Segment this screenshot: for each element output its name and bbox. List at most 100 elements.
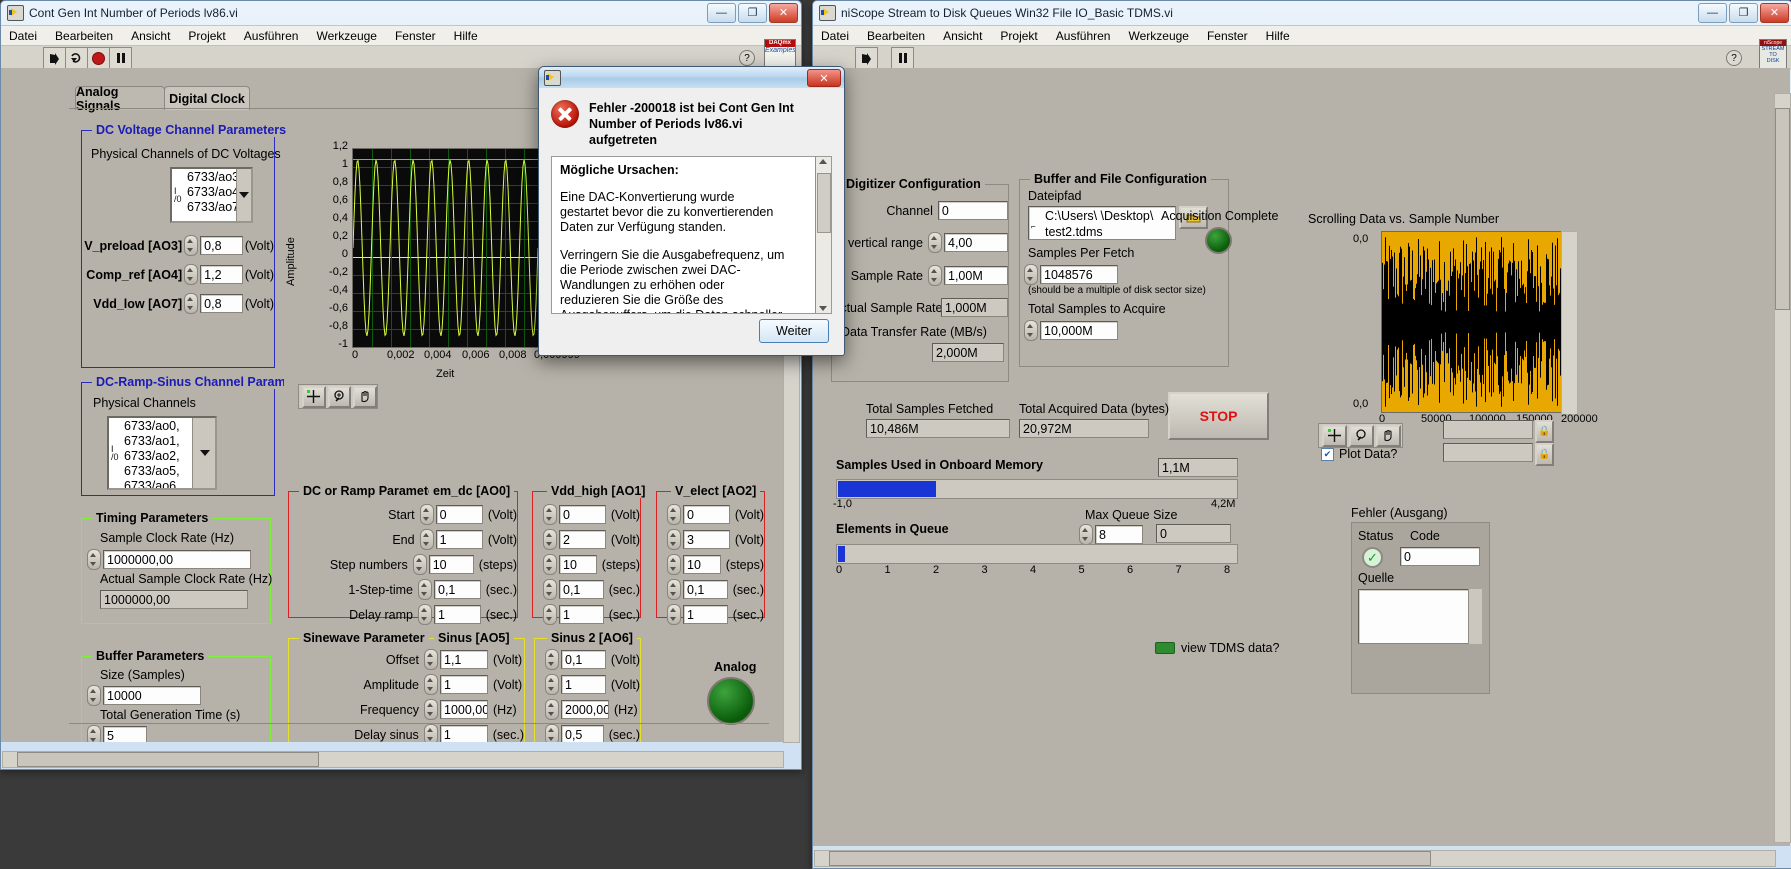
zoom-tool-icon[interactable] [327,385,352,408]
menu-item-hilfe[interactable]: Hilfe [454,29,478,43]
onboard-memory-slider[interactable] [836,479,1238,499]
param-row[interactable]: 0,1 (Volt) [535,649,640,670]
context-help-icon[interactable]: ? [739,50,755,66]
param-row[interactable]: 1 (Volt) [535,674,640,695]
samples-per-fetch-stepper[interactable] [1024,264,1038,285]
param-row[interactable]: Frequency 1000,00 (Hz) [289,699,524,720]
param-input[interactable]: 10 [559,555,597,574]
param-row[interactable]: 0,1 (sec.) [657,579,764,600]
view-tdms-row[interactable]: view TDMS data? [1155,641,1279,655]
param-input[interactable]: 0,1 [559,580,604,599]
samples-per-fetch-input[interactable]: 1048576 [1040,265,1118,284]
stop-button[interactable]: STOP [1168,392,1269,440]
pause-icon[interactable] [109,47,132,69]
param-input[interactable]: 1 [435,530,483,549]
samples-per-fetch-control[interactable]: 1048576 [1024,264,1118,285]
param-stepper[interactable] [543,554,557,575]
param-stepper[interactable] [543,604,557,625]
param-input[interactable]: 0,5 [561,725,604,742]
field-vdd-low[interactable]: Vdd_low [AO7] 0,8 (Volt) [82,293,274,314]
context-help-icon-right[interactable]: ? [1726,50,1742,66]
digitizer-stepper[interactable] [928,265,942,286]
param-input[interactable]: 1 [440,675,488,694]
scrollbar-horizontal-right[interactable] [814,850,1776,867]
error-dialog-titlebar[interactable]: ✕ [539,67,844,88]
legend-lock-icon-2[interactable]: 🔒 [1535,443,1554,466]
plot-data-checkbox-row[interactable]: ✔ Plot Data? [1321,447,1397,461]
title-bar-right[interactable]: niScope Stream to Disk Queues Win32 File… [813,1,1791,25]
digitizer-input[interactable]: 1,00M [944,266,1008,285]
window-controls-left[interactable]: — ❐ ✕ [707,3,798,23]
param-row[interactable]: 1 (sec.) [533,604,640,625]
dc-voltage-channels-listbox[interactable]: I/0 6733/ao3, 6733/ao4, 6733/ao7 [170,167,253,223]
param-row[interactable]: 10 (steps) [657,554,764,575]
run-icon[interactable] [43,47,66,69]
v-preload-stepper[interactable] [184,235,199,256]
scrolling-chart-plot[interactable] [1381,231,1563,413]
param-input[interactable]: 1 [561,675,606,694]
param-stepper[interactable] [667,529,681,550]
param-input[interactable]: 0,1 [434,580,481,599]
cursor-tool-icon-right[interactable] [1322,424,1347,447]
menu-item-fenster[interactable]: Fenster [395,29,436,43]
param-input[interactable]: 3 [683,530,730,549]
total-gen-time-input[interactable]: 5 [103,726,147,742]
tool-bar-right[interactable]: ? niScope STREAM TO DISK [813,39,1791,71]
field-v-preload[interactable]: V_preload [AO3] 0,8 (Volt) [82,235,274,256]
param-stepper[interactable] [543,579,557,600]
param-input[interactable]: 0 [683,505,730,524]
param-row[interactable]: End 1 (Volt) [289,529,517,550]
close-button-left[interactable]: ✕ [769,3,798,23]
param-stepper[interactable] [419,504,434,525]
comp-ref-input[interactable]: 1,2 [200,265,243,284]
error-source-scrollbar[interactable] [1468,589,1482,644]
digitizer-input[interactable]: 0 [937,201,1008,220]
pause-icon-right[interactable] [891,47,914,69]
run-icon-right[interactable] [855,47,878,69]
window-controls-right[interactable]: — ❐ ✕ [1698,3,1789,23]
field-comp-ref[interactable]: Comp_ref [AO4] 1,2 (Volt) [82,264,274,285]
waveform-plot-area[interactable] [352,148,539,348]
max-queue-size-input[interactable]: 8 [1095,525,1143,544]
zoom-tool-icon-right[interactable] [1349,424,1374,447]
param-input[interactable]: 1 [439,725,488,742]
param-input[interactable]: 2 [559,530,606,549]
minimize-button-left[interactable]: — [707,3,736,23]
comp-ref-stepper[interactable] [184,264,199,285]
maximize-button-left[interactable]: ❐ [738,3,767,23]
sample-clock-control[interactable]: 1000000,00 [87,549,251,570]
menu-item-ansicht[interactable]: Ansicht [131,29,170,43]
vdd-low-stepper[interactable] [184,293,199,314]
maximize-button-right[interactable]: ❐ [1729,3,1758,23]
param-stepper[interactable] [545,649,559,670]
legend-lock-icon-1[interactable]: 🔒 [1535,420,1554,443]
plot-data-checkbox[interactable]: ✔ [1321,447,1334,461]
ramp-channels-listbox[interactable]: I/0 6733/ao0, 6733/ao1, 6733/ao2, 6733/a… [107,416,217,490]
max-queue-size-stepper[interactable] [1079,524,1093,545]
param-stepper[interactable] [667,554,681,575]
menu-item-ansicht-right[interactable]: Ansicht [943,29,982,43]
param-stepper[interactable] [412,554,427,575]
param-row[interactable]: Amplitude 1 (Volt) [289,674,524,695]
menu-item-fenster-right[interactable]: Fenster [1207,29,1248,43]
param-row[interactable]: Delay ramp 1 (sec.) [289,604,517,625]
param-input[interactable]: 1 [683,605,728,624]
title-bar-left[interactable]: Cont Gen Int Number of Periods lv86.vi —… [1,1,801,25]
param-row[interactable]: Step numbers 10 (steps) [289,554,517,575]
param-input[interactable]: 0 [435,505,483,524]
abort-icon[interactable] [87,47,110,69]
total-samples-input[interactable]: 10,000M [1040,321,1118,340]
vdd-low-input[interactable]: 0,8 [200,294,243,313]
tab-analog-signals[interactable]: Analog Signals [75,85,165,113]
param-stepper[interactable] [424,674,438,695]
menu-item-ausfuehren[interactable]: Ausführen [244,29,299,43]
pan-tool-icon[interactable] [353,385,378,408]
close-button-right[interactable]: ✕ [1760,3,1789,23]
param-row[interactable]: 0,5 (sec.) [535,724,640,742]
param-stepper[interactable] [667,604,681,625]
menu-item-datei[interactable]: Datei [9,29,37,43]
menu-item-bearbeiten-right[interactable]: Bearbeiten [867,29,925,43]
elements-in-queue-slider[interactable] [836,544,1238,564]
scrollbar-thumb-h-right[interactable] [829,851,1431,866]
param-stepper[interactable] [667,504,681,525]
